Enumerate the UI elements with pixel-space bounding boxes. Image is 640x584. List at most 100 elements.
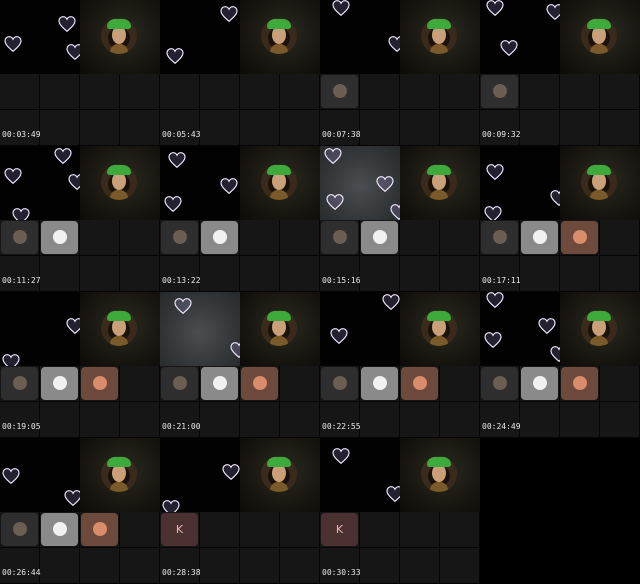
white-thumb-icon[interactable] xyxy=(521,367,558,400)
grid-tile[interactable] xyxy=(520,256,559,291)
grid-tile[interactable] xyxy=(120,110,159,145)
grid-tile[interactable] xyxy=(280,74,319,109)
grid-tile[interactable] xyxy=(440,110,479,145)
grid-tile[interactable] xyxy=(520,402,559,437)
cursor-thumb-icon[interactable] xyxy=(481,75,518,108)
grid-tile[interactable] xyxy=(40,110,79,145)
grid-tile[interactable] xyxy=(440,220,479,255)
grid-tile[interactable] xyxy=(80,256,119,291)
cursor-thumb-icon[interactable] xyxy=(1,367,38,400)
grid-tile[interactable] xyxy=(120,402,159,437)
peach-thumb-icon[interactable] xyxy=(401,367,438,400)
cursor-thumb-icon[interactable] xyxy=(321,221,358,254)
grid-tile[interactable] xyxy=(280,548,319,583)
grid-tile[interactable] xyxy=(120,512,159,547)
grid-tile[interactable] xyxy=(560,402,599,437)
grid-tile[interactable] xyxy=(400,220,439,255)
grid-tile[interactable] xyxy=(440,74,479,109)
grid-tile[interactable] xyxy=(0,74,39,109)
grid-tile[interactable] xyxy=(360,402,399,437)
grid-tile[interactable] xyxy=(0,256,39,291)
peach-thumb-icon[interactable] xyxy=(241,367,278,400)
grid-tile[interactable] xyxy=(240,402,279,437)
grid-tile[interactable] xyxy=(160,74,199,109)
grid-tile[interactable] xyxy=(560,110,599,145)
grid-tile[interactable] xyxy=(440,256,479,291)
cursor-thumb-icon[interactable] xyxy=(321,367,358,400)
grid-tile[interactable] xyxy=(240,220,279,255)
grid-tile[interactable] xyxy=(40,256,79,291)
grid-tile[interactable] xyxy=(120,256,159,291)
grid-tile[interactable] xyxy=(40,512,79,547)
grid-tile[interactable] xyxy=(440,548,479,583)
grid-tile[interactable] xyxy=(200,548,239,583)
grid-tile[interactable] xyxy=(120,548,159,583)
letter-thumb[interactable]: K xyxy=(161,513,198,546)
peach-thumb-icon[interactable] xyxy=(81,513,118,546)
grid-tile[interactable] xyxy=(160,110,199,145)
white-thumb-icon[interactable] xyxy=(361,367,398,400)
grid-tile[interactable] xyxy=(480,402,519,437)
grid-tile[interactable] xyxy=(400,110,439,145)
white-thumb-icon[interactable] xyxy=(41,367,78,400)
grid-tile[interactable] xyxy=(600,402,639,437)
grid-tile[interactable] xyxy=(400,74,439,109)
grid-tile[interactable] xyxy=(320,548,359,583)
grid-tile[interactable] xyxy=(160,548,199,583)
grid-tile[interactable] xyxy=(440,366,479,401)
peach-thumb-icon[interactable] xyxy=(561,367,598,400)
grid-tile[interactable] xyxy=(480,110,519,145)
grid-tile[interactable] xyxy=(320,402,359,437)
grid-tile[interactable] xyxy=(600,366,639,401)
grid-tile[interactable] xyxy=(360,548,399,583)
grid-tile[interactable] xyxy=(280,220,319,255)
grid-tile[interactable] xyxy=(280,256,319,291)
grid-tile[interactable] xyxy=(480,256,519,291)
grid-tile[interactable] xyxy=(200,366,239,401)
grid-tile[interactable] xyxy=(320,110,359,145)
grid-tile[interactable] xyxy=(240,366,279,401)
peach-thumb-icon[interactable] xyxy=(81,367,118,400)
grid-tile[interactable] xyxy=(360,74,399,109)
grid-tile[interactable] xyxy=(80,366,119,401)
grid-tile[interactable] xyxy=(80,110,119,145)
grid-tile[interactable] xyxy=(0,110,39,145)
grid-tile[interactable] xyxy=(40,220,79,255)
grid-tile[interactable] xyxy=(80,74,119,109)
grid-tile[interactable] xyxy=(400,548,439,583)
grid-tile[interactable] xyxy=(320,220,359,255)
grid-tile[interactable] xyxy=(200,220,239,255)
grid-tile[interactable] xyxy=(240,548,279,583)
cursor-thumb-icon[interactable] xyxy=(321,75,358,108)
peach-thumb-icon[interactable] xyxy=(561,221,598,254)
cursor-thumb-icon[interactable] xyxy=(1,513,38,546)
white-thumb-icon[interactable] xyxy=(361,221,398,254)
grid-tile[interactable] xyxy=(360,110,399,145)
grid-tile[interactable] xyxy=(200,74,239,109)
cursor-thumb-icon[interactable] xyxy=(1,221,38,254)
grid-tile[interactable] xyxy=(280,402,319,437)
grid-tile[interactable] xyxy=(480,366,519,401)
grid-tile[interactable] xyxy=(400,402,439,437)
grid-tile[interactable] xyxy=(320,74,359,109)
grid-tile[interactable] xyxy=(160,402,199,437)
grid-tile[interactable] xyxy=(280,512,319,547)
grid-tile[interactable] xyxy=(240,74,279,109)
grid-tile[interactable] xyxy=(0,402,39,437)
grid-tile[interactable] xyxy=(280,366,319,401)
white-thumb-icon[interactable] xyxy=(521,221,558,254)
grid-tile[interactable] xyxy=(120,366,159,401)
grid-tile[interactable] xyxy=(80,548,119,583)
grid-tile[interactable] xyxy=(80,512,119,547)
cursor-thumb-icon[interactable] xyxy=(161,221,198,254)
grid-tile[interactable] xyxy=(520,220,559,255)
grid-tile[interactable] xyxy=(280,110,319,145)
grid-tile[interactable] xyxy=(0,512,39,547)
grid-tile[interactable] xyxy=(240,110,279,145)
grid-tile[interactable] xyxy=(480,74,519,109)
grid-tile[interactable] xyxy=(0,220,39,255)
grid-tile[interactable] xyxy=(200,110,239,145)
white-thumb-icon[interactable] xyxy=(41,221,78,254)
grid-tile[interactable] xyxy=(160,366,199,401)
grid-tile[interactable] xyxy=(160,220,199,255)
